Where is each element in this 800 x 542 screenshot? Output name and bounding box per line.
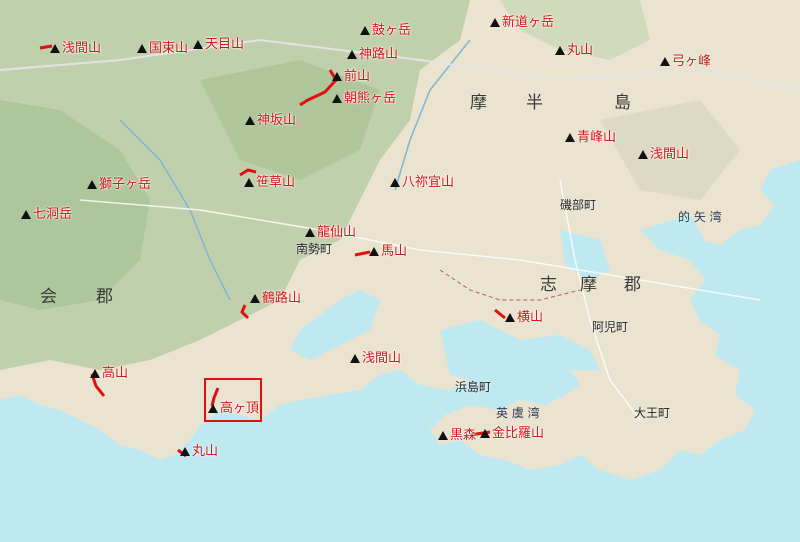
peak-kurimori[interactable]: 黒森 — [438, 429, 476, 442]
peak-name: 新道ヶ岳 — [502, 15, 555, 30]
peak-name: 八祢宜山 — [402, 175, 455, 190]
peak-triangle-icon — [50, 44, 60, 53]
peak-shichidogatake[interactable]: 七洞岳 — [21, 208, 72, 221]
peak-triangle-icon — [332, 72, 342, 81]
topographic-map[interactable]: 摩 半 島 志 摩 郡 会 郡 英 虞 湾 的 矢 湾 南勢町 浜島町 阿児町 … — [0, 0, 800, 542]
peak-name: 朝熊ヶ岳 — [344, 91, 397, 106]
peak-maeyama[interactable]: 前山 — [332, 70, 370, 83]
peak-name: 高ヶ頂 — [220, 401, 260, 416]
peak-name: 鶴路山 — [262, 291, 302, 306]
peak-triangle-icon — [390, 178, 400, 187]
peak-tsurumichiyama[interactable]: 鶴路山 — [250, 292, 301, 305]
town-label-isobe: 磯部町 — [560, 198, 597, 212]
peak-yumigamine[interactable]: 弓ヶ峰 — [660, 55, 711, 68]
region-label-watarai-gun-1: 会 — [40, 287, 59, 307]
peak-name: 国束山 — [149, 41, 189, 56]
peak-yasokureyama[interactable]: 八祢宜山 — [390, 176, 454, 189]
peak-name: 天目山 — [205, 37, 245, 52]
peak-name: 金比羅山 — [492, 426, 545, 441]
peak-triangle-icon — [180, 447, 190, 456]
peak-name: 浅間山 — [650, 147, 690, 162]
peak-kamisakayama[interactable]: 神坂山 — [245, 114, 296, 127]
peak-asamagatake[interactable]: 朝熊ヶ岳 — [332, 92, 396, 105]
peak-shishigatake[interactable]: 獅子ヶ岳 — [87, 178, 151, 191]
peak-umayama[interactable]: 馬山 — [369, 245, 407, 258]
peak-shinmichigatake[interactable]: 新道ヶ岳 — [490, 16, 554, 29]
peak-triangle-icon — [193, 40, 203, 49]
peak-yokoyama[interactable]: 横山 — [505, 311, 543, 324]
peak-name: 横山 — [517, 310, 544, 325]
peak-name: 青峰山 — [577, 130, 617, 145]
peak-name: 笹草山 — [256, 175, 296, 190]
peak-maruyama-n[interactable]: 丸山 — [555, 44, 593, 57]
peak-triangle-icon — [369, 247, 379, 256]
peak-triangle-icon — [565, 133, 575, 142]
peak-kokuzosan[interactable]: 国束山 — [137, 42, 188, 55]
peak-name: 弓ヶ峰 — [672, 54, 712, 69]
peak-takagacho[interactable]: 高ヶ頂 — [208, 402, 259, 415]
peak-name: 龍仙山 — [317, 225, 357, 240]
peak-aomineyama[interactable]: 青峰山 — [565, 131, 616, 144]
peak-triangle-icon — [305, 228, 315, 237]
peak-name: 神坂山 — [257, 113, 297, 128]
region-label-shima-gun-2: 摩 — [580, 275, 599, 295]
peak-name: 黒森 — [450, 428, 477, 443]
peak-triangle-icon — [250, 294, 260, 303]
peak-tenmokusan[interactable]: 天目山 — [193, 38, 244, 51]
peak-triangle-icon — [480, 429, 490, 438]
peak-konpirayama[interactable]: 金比羅山 — [480, 427, 544, 440]
peak-name: 鼓ヶ岳 — [372, 23, 412, 38]
peak-asamayama-e[interactable]: 浅間山 — [638, 148, 689, 161]
peak-triangle-icon — [332, 94, 342, 103]
peak-triangle-icon — [360, 26, 370, 35]
peak-name: 獅子ヶ岳 — [99, 177, 152, 192]
peak-maruyama-s[interactable]: 丸山 — [180, 445, 218, 458]
peak-name: 七洞岳 — [33, 207, 73, 222]
region-label-shima-gun-1: 志 — [540, 275, 559, 295]
region-label-shima-hanto-2: 半 — [526, 93, 545, 113]
town-label-hamajima: 浜島町 — [455, 380, 492, 394]
peak-sasakusayama[interactable]: 笹草山 — [244, 176, 295, 189]
region-label-shima-hanto-3: 島 — [614, 93, 633, 113]
peak-name: 丸山 — [192, 444, 219, 459]
peak-name: 丸山 — [567, 43, 594, 58]
peak-triangle-icon — [90, 369, 100, 378]
peak-name: 前山 — [344, 69, 371, 84]
peak-name: 神路山 — [359, 47, 399, 62]
peak-asamayama-n[interactable]: 浅間山 — [50, 42, 101, 55]
town-label-ago: 阿児町 — [592, 320, 629, 334]
map-terrain — [0, 0, 800, 542]
peak-triangle-icon — [208, 404, 218, 413]
peak-takayama[interactable]: 高山 — [90, 367, 128, 380]
peak-name: 浅間山 — [62, 41, 102, 56]
peak-triangle-icon — [505, 313, 515, 322]
peak-triangle-icon — [245, 116, 255, 125]
town-label-minamise: 南勢町 — [296, 242, 333, 256]
peak-asamayama-s[interactable]: 浅間山 — [350, 352, 401, 365]
peak-triangle-icon — [638, 150, 648, 159]
peak-triangle-icon — [244, 178, 254, 187]
region-label-shima-hanto-1: 摩 — [470, 93, 489, 113]
peak-triangle-icon — [555, 46, 565, 55]
peak-name: 高山 — [102, 366, 129, 381]
town-label-daio: 大王町 — [634, 406, 671, 420]
peak-kamijisan[interactable]: 神路山 — [347, 48, 398, 61]
region-label-watarai-gun-2: 郡 — [96, 287, 115, 307]
peak-triangle-icon — [350, 354, 360, 363]
peak-triangle-icon — [21, 210, 31, 219]
region-label-shima-gun-3: 郡 — [624, 275, 643, 295]
peak-triangle-icon — [660, 57, 670, 66]
peak-ryusenzan[interactable]: 龍仙山 — [305, 226, 356, 239]
peak-tsuzumigatake[interactable]: 鼓ヶ岳 — [360, 24, 411, 37]
peak-triangle-icon — [87, 180, 97, 189]
peak-triangle-icon — [438, 431, 448, 440]
peak-name: 馬山 — [381, 244, 408, 259]
peak-triangle-icon — [490, 18, 500, 27]
peak-triangle-icon — [137, 44, 147, 53]
peak-triangle-icon — [347, 50, 357, 59]
bay-label-matoya: 的 矢 湾 — [678, 210, 722, 224]
bay-label-ago: 英 虞 湾 — [496, 406, 540, 420]
peak-name: 浅間山 — [362, 351, 402, 366]
